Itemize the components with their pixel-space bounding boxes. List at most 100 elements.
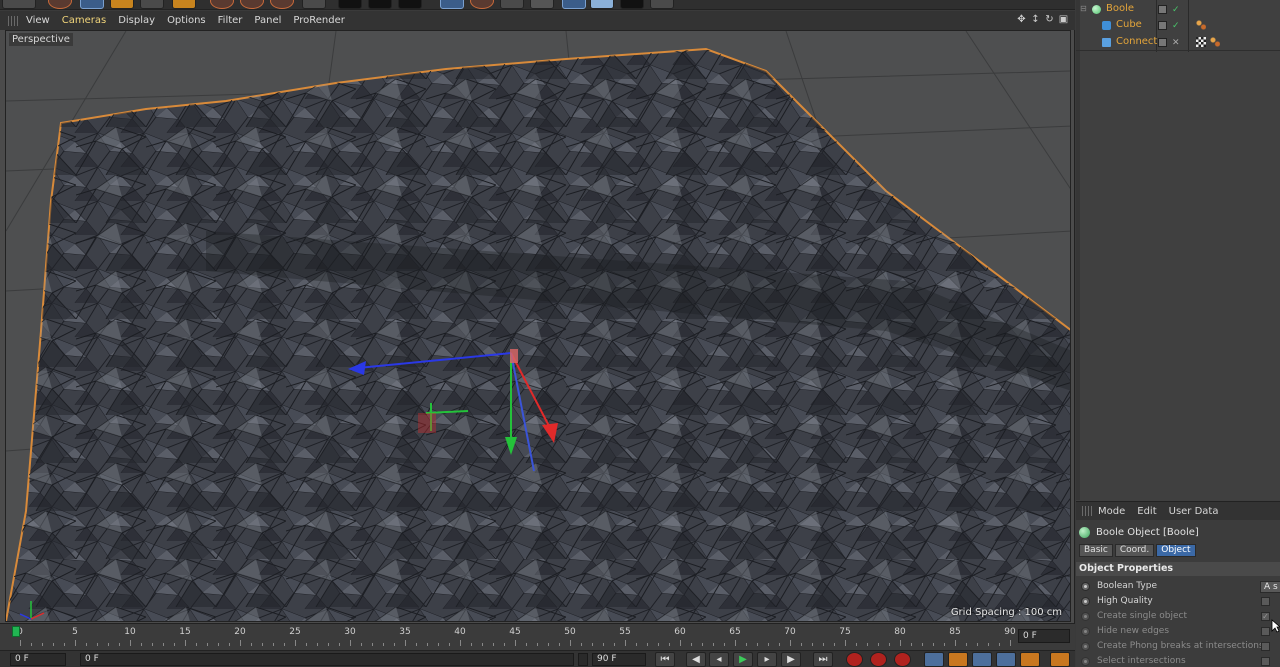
enabled-check-icon[interactable]: ✓ (1172, 18, 1180, 34)
record-keys-icon[interactable] (846, 652, 863, 667)
z-axis-lock-icon[interactable] (270, 0, 294, 9)
timeline-tick (64, 643, 65, 646)
live-selection-icon[interactable] (172, 0, 196, 9)
disabled-check-icon[interactable]: ✕ (1172, 35, 1180, 51)
range-end-field[interactable] (578, 653, 588, 666)
point-level-icon[interactable] (1020, 652, 1040, 667)
panel-grip-icon[interactable] (8, 15, 18, 26)
menu-panel[interactable]: Panel (254, 15, 281, 26)
render-picture-viewer-icon[interactable] (368, 0, 392, 9)
current-frame-field[interactable]: 0 F (1018, 629, 1070, 643)
animation-radio-icon[interactable] (1081, 612, 1090, 621)
undo-icon[interactable] (48, 0, 72, 9)
autokey-icon[interactable] (870, 652, 887, 667)
playhead[interactable] (12, 626, 20, 637)
timeline-tick (647, 643, 648, 646)
prop-label: Create Phong breaks at intersections (1097, 641, 1264, 651)
collapse-icon[interactable]: ⊟ (1080, 1, 1087, 17)
previous-key-button[interactable]: ◀ (686, 652, 706, 667)
animation-radio-icon[interactable] (1081, 597, 1090, 606)
scale-tool-icon[interactable] (110, 0, 134, 9)
object-manager[interactable]: ⊟ Boole ✓ Cube ✓ Connect ✕ (1076, 0, 1280, 500)
animation-radio-icon[interactable] (1081, 627, 1090, 636)
camera-label[interactable]: Perspective (9, 33, 73, 46)
pan-view-icon[interactable]: ✥ (1016, 14, 1027, 25)
high-quality-checkbox[interactable] (1261, 597, 1270, 606)
object-row-cube[interactable]: Cube ✓ (1076, 17, 1280, 33)
rotation-key-icon[interactable] (972, 652, 992, 667)
tab-basic[interactable]: Basic (1079, 544, 1113, 557)
max-frame-field[interactable]: 90 F (592, 653, 646, 666)
range-start-field[interactable]: 0 F (80, 653, 574, 666)
create-single-object-checkbox[interactable]: ✓ (1261, 612, 1270, 621)
deformer-icon[interactable] (562, 0, 586, 9)
menu-options[interactable]: Options (167, 15, 206, 26)
menu-view[interactable]: View (26, 15, 50, 26)
menu-display[interactable]: Display (118, 15, 155, 26)
scale-key-icon[interactable] (948, 652, 968, 667)
go-to-start-button[interactable]: ⏮ (655, 652, 675, 667)
tag-icon[interactable] (1196, 20, 1206, 30)
parameter-key-icon[interactable] (996, 652, 1016, 667)
enabled-check-icon[interactable]: ✓ (1172, 2, 1180, 18)
toolbar-button[interactable] (2, 0, 36, 9)
hide-new-edges-checkbox[interactable] (1261, 627, 1270, 636)
animation-radio-icon[interactable] (1081, 642, 1090, 651)
orbit-view-icon[interactable]: ↻ (1044, 14, 1055, 25)
timeline-tick (196, 643, 197, 646)
timeline[interactable]: 0 5 10 15 20 25 30 35 40 45 50 55 60 65 70 75 80 85 90 0 F (0, 623, 1075, 650)
dolly-view-icon[interactable]: ↕ (1030, 14, 1041, 25)
tag-icon[interactable] (1210, 37, 1220, 47)
previous-frame-button[interactable]: ◂ (709, 652, 729, 667)
tab-object[interactable]: Object (1156, 544, 1196, 557)
menu-user-data[interactable]: User Data (1169, 506, 1219, 517)
array-icon[interactable] (530, 0, 554, 9)
menu-mode[interactable]: Mode (1098, 506, 1125, 517)
light-icon[interactable] (650, 0, 674, 9)
select-intersections-checkbox[interactable] (1261, 657, 1270, 666)
go-to-end-button[interactable]: ⏭ (813, 652, 833, 667)
phong-breaks-checkbox[interactable] (1261, 642, 1270, 651)
current-time-field[interactable]: 0 F (10, 653, 66, 666)
maximize-view-icon[interactable]: ▣ (1058, 14, 1069, 25)
play-button[interactable]: ▶ (733, 652, 753, 667)
render-settings-icon[interactable] (398, 0, 422, 9)
spline-pen-icon[interactable] (470, 0, 494, 9)
coordinate-system-icon[interactable] (302, 0, 326, 9)
object-row-boole[interactable]: ⊟ Boole ✓ (1076, 1, 1280, 17)
animation-radio-icon[interactable] (1081, 657, 1090, 666)
layer-icon[interactable] (1158, 5, 1167, 14)
y-axis-lock-icon[interactable] (240, 0, 264, 9)
object-row-connect[interactable]: Connect ✕ (1076, 34, 1280, 50)
object-name[interactable]: Boole (1106, 1, 1134, 17)
rotate-tool-icon[interactable] (140, 0, 164, 9)
menu-prorender[interactable]: ProRender (293, 15, 344, 26)
layer-icon[interactable] (1158, 38, 1167, 47)
viewport-3d-scene[interactable]: Perspective Grid Spacing : 100 cm (5, 30, 1071, 622)
next-key-button[interactable]: ▶ (781, 652, 801, 667)
floor-icon[interactable] (590, 0, 614, 9)
object-name[interactable]: Connect (1116, 34, 1157, 50)
timeline-tick (229, 643, 230, 646)
next-frame-button[interactable]: ▸ (757, 652, 777, 667)
x-axis-lock-icon[interactable] (210, 0, 234, 9)
panel-grip-icon[interactable] (1082, 506, 1092, 516)
subdivision-icon[interactable] (500, 0, 524, 9)
checker-tag-icon[interactable] (1196, 37, 1206, 47)
timeline-window-icon[interactable] (1050, 652, 1070, 667)
layer-icon[interactable] (1158, 21, 1167, 30)
render-view-icon[interactable] (338, 0, 362, 9)
position-key-icon[interactable] (924, 652, 944, 667)
move-tool-icon[interactable] (80, 0, 104, 9)
menu-edit[interactable]: Edit (1137, 506, 1156, 517)
animation-radio-icon[interactable] (1081, 582, 1090, 591)
menu-filter[interactable]: Filter (218, 15, 243, 26)
key-help-icon[interactable] (894, 652, 911, 667)
tab-coord[interactable]: Coord. (1114, 544, 1155, 557)
timeline-ruler[interactable]: 0 5 10 15 20 25 30 35 40 45 50 55 60 65 70 75 80 85 90 (12, 626, 1016, 648)
cube-primitive-icon[interactable] (440, 0, 464, 9)
camera-icon[interactable] (620, 0, 644, 9)
boolean-type-dropdown[interactable]: A s (1260, 581, 1280, 593)
object-name[interactable]: Cube (1116, 17, 1142, 33)
menu-cameras[interactable]: Cameras (62, 15, 106, 26)
